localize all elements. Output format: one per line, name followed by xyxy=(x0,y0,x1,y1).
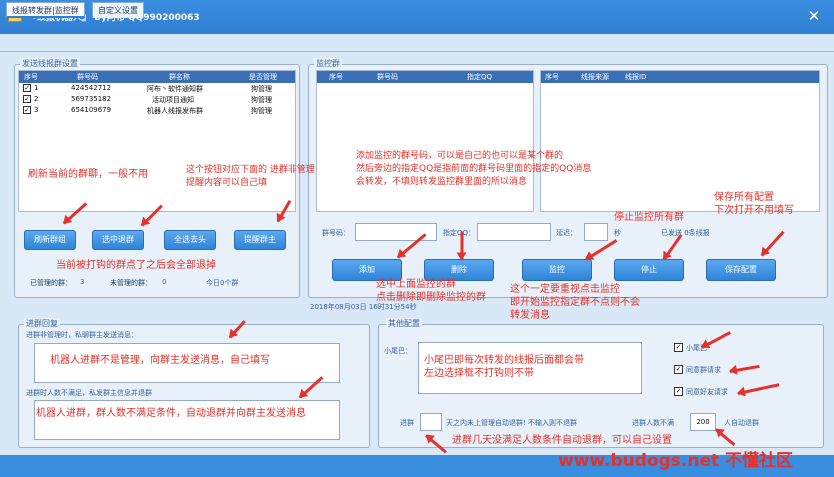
table-row[interactable]: ✓ 1 424542712 阿布丶软件通知群 狗管理 xyxy=(19,83,295,94)
exit-days-input[interactable] xyxy=(420,413,442,431)
col-qq: 指定QQ xyxy=(467,73,493,81)
tab-custom-settings[interactable]: 自定义设置 xyxy=(92,2,144,18)
row-admin: 狗管理 xyxy=(251,107,272,115)
managed-label: 已管理的群： xyxy=(30,279,72,287)
row-qq: 569735182 xyxy=(71,95,112,103)
col-index: 序号 xyxy=(329,73,343,81)
arrow-icon xyxy=(460,231,464,260)
row-name: 机器人线报发布群 xyxy=(147,107,203,115)
exit-prefix: 进群 xyxy=(400,419,414,427)
exit-middle: 天之内未上管理自动退群! 不输入则不退群 xyxy=(446,419,578,427)
row-name: 阿布丶软件通知群 xyxy=(147,85,203,93)
accept-friend-checkbox[interactable]: ✓ xyxy=(674,387,683,396)
under-count-label: 进群时人数不满足，私发群主信息并退群 xyxy=(26,389,152,397)
row-checkbox[interactable]: ✓ xyxy=(23,84,31,92)
tail-text: 小尾巴即每次转发的线报后面都会带 左边选择框不打钩则不带 xyxy=(424,355,584,379)
delay-input[interactable] xyxy=(584,223,608,241)
row-index: 1 xyxy=(34,84,39,92)
col-group: 群号码 xyxy=(377,73,398,81)
specified-qq-label: 指定QQ： xyxy=(443,229,476,237)
non-admin-message-text: 机器人进群不是管理，向群主发送消息，自己填写 xyxy=(50,355,270,366)
under-count-message-text: 机器人进群，群人数不满足条件，自动退群并向群主发送消息 xyxy=(36,408,306,419)
sent-status: 已发送 0条线报 xyxy=(661,229,710,237)
col-index: 序号 xyxy=(24,73,38,81)
annotation-stop: 停止监控所有群 xyxy=(614,212,684,223)
today-count: 今日0个群 xyxy=(206,279,239,287)
min-members-label: 进群人数不满 xyxy=(632,419,674,427)
row-qq: 424542712 xyxy=(71,84,112,92)
annotation-refresh: 刷新当前的群聊，一般不用 xyxy=(28,169,148,180)
group-number-input[interactable] xyxy=(355,223,437,241)
tail-label: 小尾巴： xyxy=(384,347,412,355)
monitor-list-header: 序号 群号码 指定QQ xyxy=(317,71,533,83)
row-index: 3 xyxy=(34,106,39,114)
unmanaged-label: 未管理的群： xyxy=(110,279,152,287)
col-qq: 群号码 xyxy=(77,73,98,81)
remind-owner-button[interactable]: 提醒群主 xyxy=(234,230,286,250)
row-checkbox[interactable]: ✓ xyxy=(23,106,31,114)
group-number-label: 群号码： xyxy=(322,229,350,237)
min-members-input[interactable]: 200 xyxy=(690,413,716,431)
send-group-title: 发送线报群设置 xyxy=(20,58,80,69)
row-checkbox[interactable]: ✓ xyxy=(23,95,31,103)
accept-group-checkbox[interactable]: ✓ xyxy=(674,365,683,374)
row-name: 活动项目通知 xyxy=(152,96,194,104)
col-source: 线报来源 xyxy=(581,73,609,81)
monitor-list[interactable]: 序号 群号码 指定QQ xyxy=(316,70,534,212)
send-group-header: 序号 群号码 群名称 是否管理 xyxy=(19,71,295,83)
annotation-remind: 这个按钮对应下面的 进群非管理 提醒内容可以自己填 xyxy=(186,165,315,188)
annotation-save: 保存所有配置 下次打开不用填写 xyxy=(714,192,794,216)
tab-forward-monitor[interactable]: 线报转发群|监控群 xyxy=(6,2,85,18)
tab-bar xyxy=(0,34,834,52)
other-config-title: 其他配置 xyxy=(386,318,422,329)
specified-qq-input[interactable] xyxy=(477,223,551,241)
select-exit-button[interactable]: 选中退群 xyxy=(92,230,144,250)
annotation-delete: 选中上面监控的群 点击删除即删除监控的群 xyxy=(376,279,486,303)
annotation-add-monitor: 添加监控的群号码，可以是自己的也可以是某个群的 然后旁边的指定QQ是指前面的群号… xyxy=(356,151,592,187)
accept-friend-label: 同意好友请求 xyxy=(686,388,728,396)
delay-label: 延迟： xyxy=(556,229,577,237)
col-id: 线报ID xyxy=(625,73,647,81)
accept-group-label: 同意群请求 xyxy=(686,366,721,374)
annotation-exit: 当前被打钩的群点了之后会全部退掉 xyxy=(56,260,216,271)
non-admin-label: 进群非管理时，私聊群主发送消息： xyxy=(26,331,138,339)
col-admin: 是否管理 xyxy=(249,73,277,81)
watermark: www.budogs.net 不懂社区 xyxy=(558,451,794,471)
news-list-header: 序号 线报来源 线报ID xyxy=(541,71,819,83)
save-config-button[interactable]: 保存配置 xyxy=(706,259,776,281)
refresh-groups-button[interactable]: 刷新群组 xyxy=(24,230,76,250)
send-group-list[interactable]: 序号 群号码 群名称 是否管理 ✓ 1 424542712 阿布丶软件通知群 狗… xyxy=(18,70,296,212)
tail-checkbox[interactable]: ✓ xyxy=(674,343,683,352)
delay-unit: 秒 xyxy=(614,229,621,237)
row-admin: 狗管理 xyxy=(251,85,272,93)
select-all-button[interactable]: 全选去头 xyxy=(164,230,216,250)
monitor-group-title: 监控群 xyxy=(314,58,342,69)
managed-count: 3 xyxy=(80,278,85,286)
annotation-monitor: 这个一定要重视点击监控 即开始监控指定群不点则不会 转发消息 xyxy=(510,284,640,321)
join-reply-title: 进群回复 xyxy=(24,318,60,329)
close-icon[interactable]: ✕ xyxy=(805,7,823,25)
unmanaged-count: 0 xyxy=(162,278,167,286)
row-index: 2 xyxy=(34,95,39,103)
table-row[interactable]: ✓ 3 654109679 机器人线报发布群 狗管理 xyxy=(19,105,295,116)
table-row[interactable]: ✓ 2 569735182 活动项目通知 狗管理 xyxy=(19,94,295,105)
col-index: 序号 xyxy=(545,73,559,81)
col-name: 群名称 xyxy=(169,73,190,81)
exit-suffix: 人自动退群 xyxy=(724,419,759,427)
row-admin: 狗管理 xyxy=(251,96,272,104)
monitor-button[interactable]: 监控 xyxy=(522,259,592,281)
stop-button[interactable]: 停止 xyxy=(614,259,684,281)
row-qq: 654109679 xyxy=(71,106,112,114)
under-count-message-input[interactable] xyxy=(34,400,340,440)
